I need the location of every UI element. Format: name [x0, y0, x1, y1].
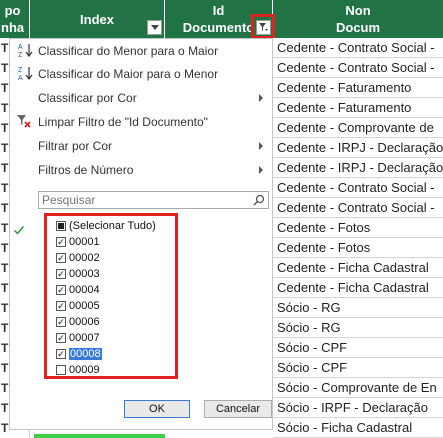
nome-cell[interactable]: Cedente - IRPJ - Declaração [273, 158, 443, 178]
list-item-select-all[interactable]: (Selecionar Tudo) [56, 218, 156, 234]
menu-clear-filter[interactable]: Limpar Filtro de "Id Documento" [38, 112, 208, 132]
list-item[interactable]: ✓ 00006 [56, 314, 100, 330]
list-item[interactable]: ✓ 00004 [56, 282, 100, 298]
nome-cell[interactable]: Sócio - RG [273, 298, 443, 318]
list-item-label: (Selecionar Tudo) [69, 220, 156, 232]
list-item[interactable]: ✓ 00001 [56, 234, 100, 250]
filter-dropdown-icon [150, 25, 159, 30]
nome-documento-column: Cedente - Contrato Social - Cedente - Co… [273, 38, 443, 438]
checkmark-icon [14, 226, 25, 235]
nome-cell[interactable]: Cedente - Faturamento [273, 78, 443, 98]
nome-cell[interactable]: Sócio - Comprovante de En [273, 378, 443, 398]
nome-cell[interactable]: Sócio - IRPF - Declaração [273, 398, 443, 418]
checked-checkbox[interactable]: ✓ [56, 269, 66, 279]
header-nome-line1: Non [345, 3, 371, 18]
filter-values-list[interactable]: (Selecionar Tudo) ✓ 00001 ✓ 00002 ✓ 0000… [44, 213, 178, 379]
nome-cell[interactable]: Cedente - Contrato Social - [273, 58, 443, 78]
svg-text:A: A [18, 44, 23, 51]
nome-cell[interactable]: Cedente - Ficha Cadastral [273, 278, 443, 298]
list-item-label: 00004 [69, 284, 100, 296]
clear-filter-icon [17, 115, 31, 128]
header-tipo-line1: po [4, 3, 21, 18]
list-item[interactable]: ✓ 00002 [56, 250, 100, 266]
partial-checkbox[interactable] [56, 221, 66, 231]
list-item[interactable]: 00009 [56, 362, 100, 376]
nome-cell[interactable]: Cedente - IRPJ - Declaração [273, 138, 443, 158]
header-id-line1: Id [212, 3, 225, 18]
list-item-label: 00007 [69, 332, 100, 344]
header-cell-nome-documento[interactable]: Non Docum [273, 0, 443, 38]
sheet-header-row: po nha Index Id Documento Non Docum [0, 0, 443, 39]
checked-checkbox[interactable]: ✓ [56, 285, 66, 295]
header-cell-tipo[interactable]: po nha [0, 0, 30, 38]
menu-sort-ascending[interactable]: Classificar do Menor para o Maior [38, 41, 218, 61]
nome-cell[interactable]: Sócio - CPF [273, 338, 443, 358]
list-item-label: 00003 [69, 268, 100, 280]
autofilter-dropdown: A Z Classificar do Menor para o Maior Z … [9, 38, 273, 430]
ok-button[interactable]: OK [124, 400, 190, 418]
menu-sort-by-color[interactable]: Classificar por Cor [38, 88, 137, 108]
header-nome-line2: Docum [335, 20, 381, 35]
list-item[interactable]: ✓ 00005 [56, 298, 100, 314]
nome-cell[interactable]: Cedente - Ficha Cadastral [273, 258, 443, 278]
nome-cell[interactable]: Cedente - Fotos [273, 218, 443, 238]
submenu-arrow-icon [259, 166, 263, 174]
header-tipo-line2: nha [1, 20, 25, 35]
sort-descending-icon: Z A [18, 67, 33, 81]
checked-checkbox[interactable]: ✓ [56, 253, 66, 263]
search-input[interactable] [39, 192, 249, 208]
checked-checkbox[interactable]: ✓ [56, 301, 66, 311]
nome-cell[interactable]: Cedente - Contrato Social - [273, 38, 443, 58]
checked-checkbox[interactable]: ✓ [56, 237, 66, 247]
svg-text:Z: Z [18, 67, 23, 74]
checked-checkbox[interactable]: ✓ [56, 349, 66, 359]
header-id-line2: Documento [182, 20, 255, 35]
list-item-label: 00005 [69, 300, 100, 312]
sort-ascending-icon: A Z [18, 44, 33, 58]
nome-cell[interactable]: Cedente - Comprovante de [273, 118, 443, 138]
menu-number-filters[interactable]: Filtros de Número [38, 160, 133, 180]
svg-text:Z: Z [18, 52, 23, 58]
list-item[interactable]: ✓ 00007 [56, 330, 100, 346]
header-cell-index[interactable]: Index [30, 0, 165, 38]
unchecked-checkbox[interactable] [56, 365, 66, 375]
nome-cell[interactable]: Sócio - Ficha Cadastral [273, 418, 443, 438]
cancel-button[interactable]: Cancelar [204, 400, 272, 418]
nome-cell[interactable]: Cedente - Contrato Social - [273, 198, 443, 218]
checked-checkbox[interactable]: ✓ [56, 317, 66, 327]
checked-checkbox[interactable]: ✓ [56, 333, 66, 343]
list-item-selected[interactable]: ✓ 00008 [56, 346, 102, 362]
list-item-label: 00006 [69, 316, 100, 328]
menu-sort-descending[interactable]: Classificar do Maior para o Menor [38, 64, 218, 84]
list-item-label: 00008 [69, 348, 102, 360]
nome-cell[interactable]: Cedente - Fotos [273, 238, 443, 258]
bottom-green-indicator [34, 434, 165, 438]
submenu-arrow-icon [259, 142, 263, 150]
nome-cell[interactable]: Sócio - CPF [273, 358, 443, 378]
index-filter-button[interactable] [147, 20, 162, 35]
submenu-arrow-icon [259, 94, 263, 102]
header-index-label: Index [80, 11, 114, 27]
nome-cell[interactable]: Cedente - Contrato Social - [273, 178, 443, 198]
list-item-label: 00009 [69, 364, 100, 376]
list-item[interactable]: ✓ 00003 [56, 266, 100, 282]
menu-filter-by-color[interactable]: Filtrar por Cor [38, 136, 112, 156]
nome-cell[interactable]: Cedente - Faturamento [273, 98, 443, 118]
nome-cell[interactable]: Sócio - RG [273, 318, 443, 338]
list-item[interactable]: 00010 [69, 378, 100, 379]
search-icon [253, 194, 265, 206]
filter-search-box[interactable] [38, 191, 269, 209]
list-item-label: 00001 [69, 236, 100, 248]
list-item-label: 00002 [69, 252, 100, 264]
filter-button-highlight [251, 14, 275, 39]
svg-text:A: A [18, 75, 23, 81]
